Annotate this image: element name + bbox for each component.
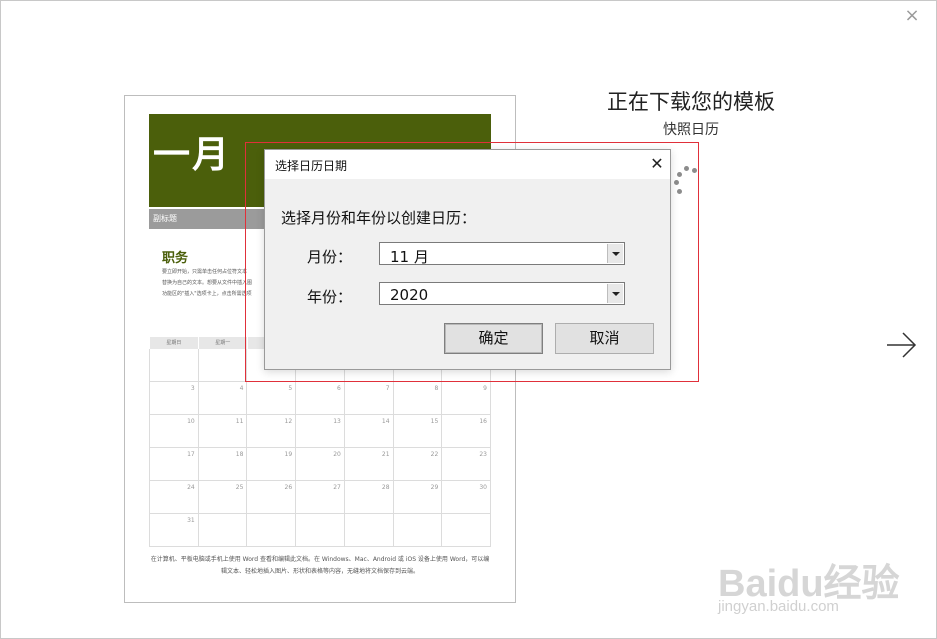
month-value: 11 月 <box>390 248 429 266</box>
year-value: 2020 <box>390 286 429 304</box>
day-cell <box>344 514 394 547</box>
day-cell: 22 <box>393 448 443 481</box>
day-cell: 14 <box>344 415 394 448</box>
dialog-title: 选择日历日期 <box>275 159 348 173</box>
month-select[interactable]: 11 月 <box>379 242 625 266</box>
day-cell: 4 <box>198 382 248 415</box>
day-cell: 5 <box>247 382 297 415</box>
year-label: 年份： <box>307 288 353 306</box>
weekday-label: 星期日 <box>149 337 198 349</box>
day-cell: 6 <box>296 382 345 415</box>
day-cell: 19 <box>247 448 297 481</box>
day-cell: 29 <box>393 481 443 514</box>
day-cell <box>150 349 199 382</box>
day-cell: 10 <box>150 415 199 448</box>
arrow-right-icon[interactable] <box>884 330 918 360</box>
calendar-date-dialog: 选择日历日期 ✕ 选择月份和年份以创建日历： 月份： 11 月 年份： 2020… <box>264 149 671 370</box>
day-cell: 27 <box>296 481 345 514</box>
day-cell: 9 <box>442 382 491 415</box>
download-title: 正在下载您的模板 <box>607 90 775 114</box>
day-cell: 31 <box>150 514 199 547</box>
footer-note: 在计算机、平板电脑或手机上使用 Word 查看和编辑此文档。在 Windows、… <box>150 556 490 575</box>
day-cell <box>198 349 248 382</box>
day-cell <box>393 514 443 547</box>
dialog-close-icon[interactable]: ✕ <box>647 153 667 175</box>
watermark-url: jingyan.baidu.com <box>718 598 839 615</box>
section-heading: 职务 <box>162 251 189 266</box>
day-cell: 17 <box>150 448 199 481</box>
day-cell: 28 <box>344 481 394 514</box>
day-cell: 25 <box>198 481 248 514</box>
month-label: 月份： <box>307 248 353 266</box>
day-cell: 21 <box>344 448 394 481</box>
day-cell: 15 <box>393 415 443 448</box>
day-cell: 7 <box>344 382 394 415</box>
day-cell <box>198 514 248 547</box>
day-cell: 23 <box>442 448 491 481</box>
watermark: Baidu经验 jingyan.baidu.com <box>718 540 918 620</box>
day-cell <box>296 514 345 547</box>
ok-button[interactable]: 确定 <box>444 323 543 354</box>
day-cell: 20 <box>296 448 345 481</box>
month-title: 一月 <box>153 133 231 176</box>
day-cell: 16 <box>442 415 491 448</box>
chevron-down-icon[interactable] <box>607 284 623 303</box>
day-cell: 24 <box>150 481 199 514</box>
cancel-button[interactable]: 取消 <box>555 323 654 354</box>
day-cell: 18 <box>198 448 248 481</box>
day-cell <box>442 514 491 547</box>
day-cell: 26 <box>247 481 297 514</box>
weekday-label: 星期一 <box>197 337 247 349</box>
subtitle-label: 副标题 <box>153 214 177 223</box>
chevron-down-icon[interactable] <box>607 244 623 263</box>
day-cell: 8 <box>393 382 443 415</box>
template-name: 快照日历 <box>663 122 719 138</box>
day-cell: 13 <box>296 415 345 448</box>
window-close-icon[interactable]: × <box>902 6 922 26</box>
day-cell: 30 <box>442 481 491 514</box>
day-cell: 3 <box>150 382 199 415</box>
day-cell <box>247 514 297 547</box>
dialog-prompt: 选择月份和年份以创建日历： <box>281 209 477 227</box>
day-cell: 12 <box>247 415 297 448</box>
day-cell: 11 <box>198 415 248 448</box>
year-select[interactable]: 2020 <box>379 282 625 305</box>
